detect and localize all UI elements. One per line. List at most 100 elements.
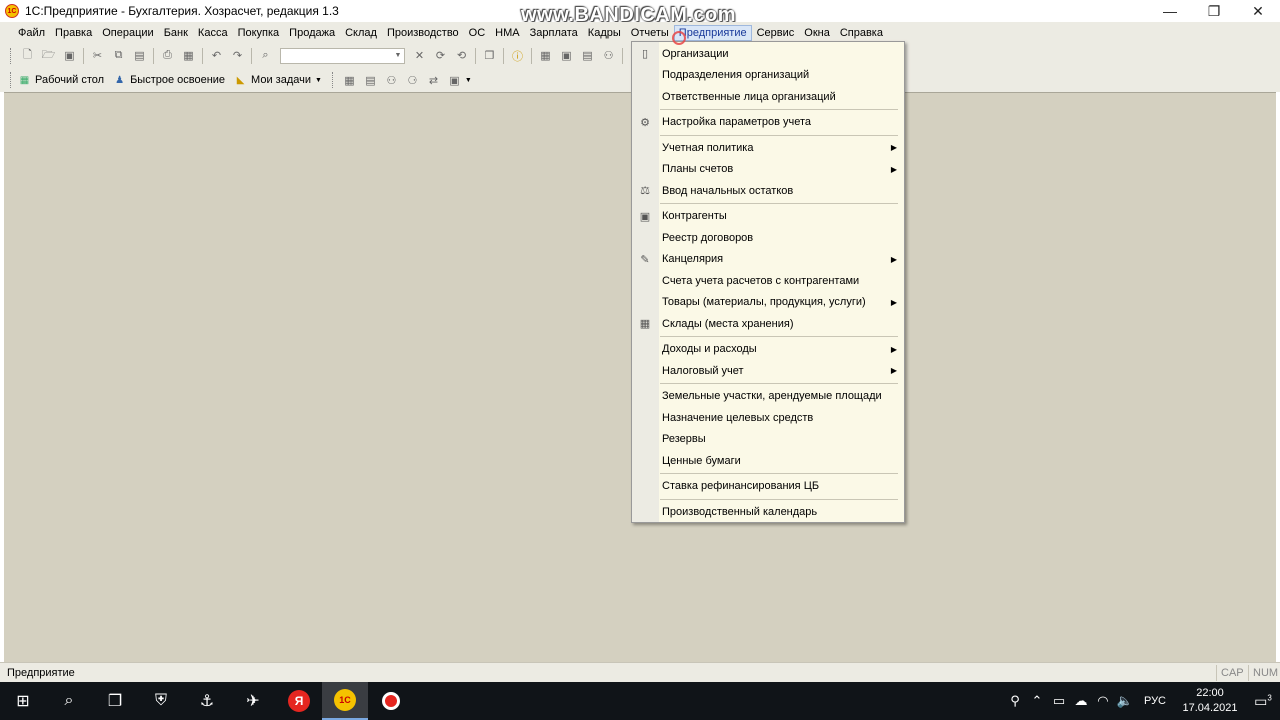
dropdown-item-2[interactable]: Ответственные лица организаций	[632, 86, 904, 107]
journal-icon[interactable]: ▦	[339, 70, 360, 90]
menu-item-13[interactable]: Отчеты	[626, 25, 674, 41]
dropdown-item-3[interactable]: ⚙ Настройка параметров учета	[632, 112, 904, 133]
dropdown-item-20[interactable]: Производственный календарь	[632, 501, 904, 522]
menu-item-7[interactable]: Склад	[340, 25, 382, 41]
toolbar-grip[interactable]	[331, 72, 335, 88]
new-document-icon[interactable]: 🗋	[17, 46, 38, 66]
menu-item-4[interactable]: Касса	[193, 25, 233, 41]
dropdown-item-8[interactable]: Реестр договоров	[632, 227, 904, 248]
redo-icon[interactable]: ↷	[227, 46, 248, 66]
1c-app-icon[interactable]: 1С	[322, 682, 368, 720]
menu-item-15[interactable]: Сервис	[752, 25, 800, 41]
windows-icon[interactable]: ❐	[479, 46, 500, 66]
menu-separator	[660, 109, 898, 110]
transfer-icon[interactable]: ⇄	[423, 70, 444, 90]
find-next-icon[interactable]: ⟳	[430, 46, 451, 66]
staff-icon[interactable]: ⚇	[381, 70, 402, 90]
find-prev-icon[interactable]: ⟲	[451, 46, 472, 66]
menu-item-11[interactable]: Зарплата	[525, 25, 583, 41]
dropdown-item-18[interactable]: Ценные бумаги	[632, 450, 904, 471]
tanks-game-icon[interactable]: ⛨	[138, 682, 184, 720]
paste-icon[interactable]: ▤	[129, 46, 150, 66]
search-input[interactable]: ▼	[280, 47, 405, 64]
volume-muted-icon[interactable]: 🔈	[1114, 693, 1136, 709]
dropdown-item-label: Подразделения организаций	[662, 69, 810, 81]
dropdown-item-label: Доходы и расходы	[662, 343, 757, 355]
menu-item-5[interactable]: Покупка	[233, 25, 285, 41]
cloud-icon[interactable]: ☁	[1070, 693, 1092, 709]
menu-item-17[interactable]: Справка	[835, 25, 888, 41]
menu-item-2[interactable]: Операции	[97, 25, 158, 41]
start-button[interactable]: ⊞	[0, 682, 46, 720]
quick-start-button[interactable]: ♟ Быстрое освоение	[112, 73, 225, 87]
search-icon[interactable]: ⌕	[255, 46, 276, 66]
task-view-icon[interactable]: ❐	[92, 682, 138, 720]
dropdown-item-15[interactable]: Земельные участки, арендуемые площади	[632, 386, 904, 407]
dropdown-item-13[interactable]: Доходы и расходы ▶	[632, 339, 904, 360]
menu-item-16[interactable]: Окна	[799, 25, 835, 41]
calculator-icon[interactable]: ▤	[577, 46, 598, 66]
yandex-browser-icon[interactable]: Я	[276, 682, 322, 720]
my-tasks-button[interactable]: ◣ Мои задачи ▼	[233, 73, 322, 87]
menu-item-1[interactable]: Правка	[50, 25, 97, 41]
close-button[interactable]: ✕	[1236, 0, 1280, 22]
minimize-button[interactable]: —	[1148, 0, 1192, 22]
menu-item-3[interactable]: Банк	[159, 25, 193, 41]
print-preview-icon[interactable]: ▦	[178, 46, 199, 66]
settings-icon[interactable]: ▣	[444, 70, 465, 90]
structure-icon[interactable]: ▤	[360, 70, 381, 90]
search-icon[interactable]: ⌕	[46, 682, 92, 720]
chevron-up-icon[interactable]: ⌃	[1026, 693, 1048, 709]
open-folder-icon[interactable]: 🗁	[38, 46, 59, 66]
dropdown-item-11[interactable]: Товары (материалы, продукция, услуги) ▶	[632, 292, 904, 313]
info-icon[interactable]: ⓘ	[507, 46, 528, 66]
dropdown-item-9[interactable]: ✎ Канцелярия ▶	[632, 249, 904, 270]
bandicam-record-icon[interactable]	[368, 682, 414, 720]
menu-item-8[interactable]: Производство	[382, 25, 464, 41]
dropdown-item-label: Товары (материалы, продукция, услуги)	[662, 296, 866, 308]
person-icon[interactable]: ⚲	[1004, 693, 1026, 709]
restore-button[interactable]: ❐	[1192, 0, 1236, 22]
copy-icon[interactable]: ⧉	[108, 46, 129, 66]
dropdown-item-label: Организации	[662, 47, 729, 60]
dropdown-item-1[interactable]: Подразделения организаций	[632, 65, 904, 86]
dropdown-item-10[interactable]: Счета учета расчетов с контрагентами	[632, 270, 904, 291]
cut-icon[interactable]: ✂	[87, 46, 108, 66]
save-icon[interactable]: ▣	[59, 46, 80, 66]
dropdown-item-5[interactable]: Планы счетов ▶	[632, 159, 904, 180]
planes-game-icon[interactable]: ✈	[230, 682, 276, 720]
undo-icon[interactable]: ↶	[206, 46, 227, 66]
table-icon[interactable]: ▦	[535, 46, 556, 66]
notifications-button[interactable]: ▭3	[1246, 693, 1280, 710]
battery-icon[interactable]: ▭	[1048, 693, 1070, 709]
dropdown-item-label: Назначение целевых средств	[662, 411, 814, 424]
chevron-down-icon[interactable]: ▼	[392, 49, 404, 63]
dropdown-item-14[interactable]: Налоговый учет ▶	[632, 360, 904, 381]
dropdown-item-19[interactable]: Ставка рефинансирования ЦБ	[632, 476, 904, 497]
desktop-button[interactable]: ▦ Рабочий стол	[17, 73, 104, 87]
dropdown-item-16[interactable]: Назначение целевых средств	[632, 407, 904, 428]
clear-search-icon[interactable]: ✕	[409, 46, 430, 66]
menu-item-6[interactable]: Продажа	[284, 25, 340, 41]
clock[interactable]: 22:00 17.04.2021	[1174, 686, 1246, 716]
dropdown-item-7[interactable]: ▣ Контрагенты	[632, 206, 904, 227]
chevron-down-icon[interactable]: ▼	[465, 77, 472, 84]
operation-icon[interactable]: ⚆	[402, 70, 423, 90]
print-icon[interactable]: ⎙	[157, 46, 178, 66]
calendar-icon[interactable]: ▣	[556, 46, 577, 66]
menu-item-10[interactable]: НМА	[490, 25, 524, 41]
toolbar-grip[interactable]	[10, 72, 13, 88]
menu-item-0[interactable]: Файл	[13, 25, 50, 41]
dropdown-item-4[interactable]: Учетная политика ▶	[632, 137, 904, 158]
language-indicator[interactable]: РУС	[1144, 695, 1166, 707]
menu-item-12[interactable]: Кадры	[583, 25, 626, 41]
ships-game-icon[interactable]: ⚓	[184, 682, 230, 720]
wifi-icon[interactable]: ◠	[1092, 693, 1114, 709]
toolbar-grip[interactable]	[10, 47, 13, 64]
dropdown-item-6[interactable]: ⚖ Ввод начальных остатков	[632, 180, 904, 201]
dropdown-item-12[interactable]: ▦ Склады (места хранения)	[632, 313, 904, 334]
dropdown-item-0[interactable]: ▯ Организации	[632, 43, 904, 64]
dropdown-item-17[interactable]: Резервы	[632, 429, 904, 450]
menu-item-9[interactable]: ОС	[464, 25, 491, 41]
users-icon[interactable]: ⚇	[598, 46, 619, 66]
